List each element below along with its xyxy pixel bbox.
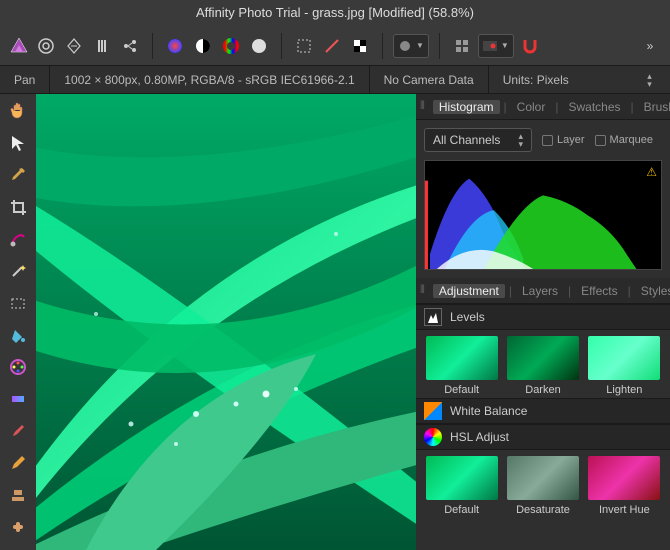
canvas[interactable] [36,94,416,550]
quick-mask-button[interactable]: ▼ [393,34,429,58]
marquee-tool-icon[interactable] [292,34,316,58]
white-circle-icon[interactable] [247,34,271,58]
marquee-select-icon[interactable] [7,292,29,314]
tab-layers[interactable]: Layers [516,284,564,298]
app-logo-icon [8,35,30,57]
camera-data-label: No Camera Data [369,66,488,93]
channel-select[interactable]: All Channels ▴▾ [424,128,532,152]
channel-select-label: All Channels [433,133,500,147]
units-value: Pixels [537,66,569,94]
preset-hsl-desaturate[interactable]: Desaturate [505,456,580,516]
color-picker-tool-icon[interactable] [7,356,29,378]
magic-wand-icon[interactable] [7,260,29,282]
dimensions-label: 1002 × 800px, 0.80MP, RGBA/8 - sRGB IEC6… [49,66,368,93]
preset-label: Desaturate [516,504,570,516]
white-balance-icon [424,402,442,420]
grid-icon[interactable] [450,34,474,58]
levels-title: Levels [450,310,485,324]
overflow-chevron-icon[interactable]: » [638,34,662,58]
units-field[interactable]: Units: Pixels ▴▾ [488,66,666,93]
selection-brush-icon[interactable] [7,228,29,250]
right-panel: ⦀ Histogram | Color | Swatches | Brushes… [416,94,670,550]
persona-photo-icon[interactable] [34,34,58,58]
contrast-icon[interactable] [191,34,215,58]
histogram-display: ⚠ [424,160,662,270]
levels-header[interactable]: Levels [416,304,670,330]
preset-label: Lighten [606,384,642,396]
marquee-checkbox[interactable]: Marquee [595,134,653,146]
tab-color[interactable]: Color [511,100,552,114]
tab-styles[interactable]: Styles [635,284,670,298]
tab-histogram[interactable]: Histogram [433,100,500,114]
window-title: Affinity Photo Trial - grass.jpg [Modifi… [0,0,670,26]
preset-label: Default [444,504,479,516]
persona-liquify-icon[interactable] [62,34,86,58]
hsl-header[interactable]: HSL Adjust [416,424,670,450]
checker-icon[interactable] [348,34,372,58]
preset-label: Darken [525,384,560,396]
preset-darken[interactable]: Darken [505,336,580,396]
mode-label: Pan [0,66,49,93]
persona-export-icon[interactable] [118,34,142,58]
hand-tool-icon[interactable] [7,100,29,122]
stepper-icon: ▴▾ [647,72,652,88]
bottom-tabs: ⦀ Adjustment | Layers | Effects | Styles… [416,278,670,304]
color-circle-icon[interactable] [163,34,187,58]
tab-effects[interactable]: Effects [575,284,623,298]
hue-wheel-icon[interactable] [219,34,243,58]
levels-icon [424,308,442,326]
crop-tool-icon[interactable] [7,196,29,218]
preset-hsl-default[interactable]: Default [424,456,499,516]
hsl-icon [424,428,442,446]
left-tool-column [0,94,36,550]
line-tool-icon[interactable] [320,34,344,58]
tab-swatches[interactable]: Swatches [562,100,626,114]
eyedropper-tool-icon[interactable] [7,164,29,186]
white-balance-title: White Balance [450,404,527,418]
record-button[interactable]: ▼ [478,34,514,58]
layer-checkbox[interactable]: Layer [542,134,585,146]
info-bar: Pan 1002 × 800px, 0.80MP, RGBA/8 - sRGB … [0,66,670,94]
hsl-title: HSL Adjust [450,430,509,444]
warning-icon: ⚠ [646,165,657,179]
marquee-checkbox-label: Marquee [610,134,653,146]
white-balance-header[interactable]: White Balance [416,398,670,424]
grip-icon[interactable]: ⦀ [420,284,425,297]
clone-stamp-icon[interactable] [7,484,29,506]
histogram-panel: All Channels ▴▾ Layer Marquee ⚠ [416,120,670,278]
grip-icon[interactable]: ⦀ [420,100,425,113]
top-tabs: ⦀ Histogram | Color | Swatches | Brushes [416,94,670,120]
hsl-presets: Default Desaturate Invert Hue [416,450,670,518]
preset-label: Invert Hue [599,504,650,516]
healing-brush-icon[interactable] [7,516,29,538]
top-toolbar: ▼ ▼ » [0,26,670,66]
tab-brushes[interactable]: Brushes [638,100,670,114]
gradient-tool-icon[interactable] [7,388,29,410]
snap-magnet-icon[interactable] [518,34,542,58]
preset-lighten[interactable]: Lighten [587,336,662,396]
preset-hsl-invert[interactable]: Invert Hue [587,456,662,516]
preset-default[interactable]: Default [424,336,499,396]
levels-presets: Default Darken Lighten [416,330,670,398]
units-label: Units: [503,73,534,87]
stepper-icon: ▴▾ [518,132,523,148]
move-tool-icon[interactable] [7,132,29,154]
layer-checkbox-label: Layer [557,134,585,146]
tab-adjustment[interactable]: Adjustment [433,284,505,298]
pencil-tool-icon[interactable] [7,452,29,474]
persona-develop-icon[interactable] [90,34,114,58]
paint-brush-icon[interactable] [7,420,29,442]
flood-fill-icon[interactable] [7,324,29,346]
preset-label: Default [444,384,479,396]
